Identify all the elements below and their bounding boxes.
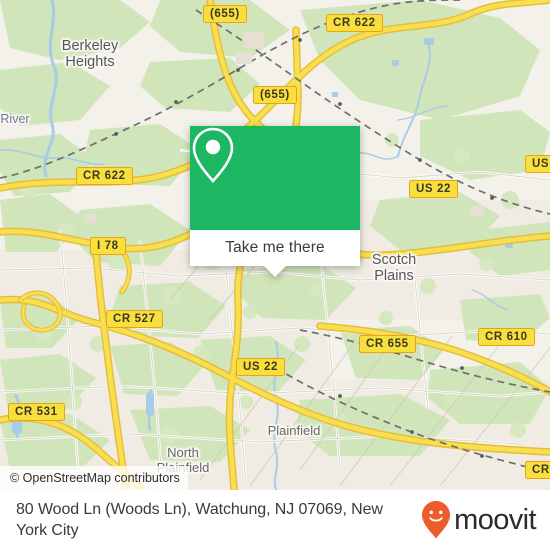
road-shield-cr-6-edge[interactable]: CR 6: [525, 461, 550, 479]
moovit-map-screenshot: Berkeley Heights Scotch Plains Plainfiel…: [0, 0, 550, 550]
map-canvas[interactable]: Berkeley Heights Scotch Plains Plainfiel…: [0, 0, 550, 490]
road-shield-us-22-upper[interactable]: US 22: [409, 180, 458, 198]
road-shield-cr-622-left[interactable]: CR 622: [76, 167, 133, 185]
popup-tail: [264, 266, 286, 277]
road-shield-655-north[interactable]: (655): [203, 5, 247, 23]
osm-attribution[interactable]: © OpenStreetMap contributors: [0, 466, 188, 490]
address-title: 80 Wood Ln (Woods Ln), Watchung, NJ 0706…: [16, 500, 383, 539]
take-me-there-button[interactable]: Take me there: [190, 230, 360, 266]
moovit-brand[interactable]: moovit: [421, 500, 537, 540]
map-pin-icon: [192, 127, 234, 183]
destination-popup[interactable]: Take me there: [190, 126, 360, 277]
popup-header: [190, 126, 360, 230]
road-shield-655-mid[interactable]: (655): [253, 86, 297, 104]
moovit-wordmark: moovit: [454, 503, 536, 536]
road-shield-cr-622-top[interactable]: CR 622: [326, 14, 383, 32]
road-shield-cr-655[interactable]: CR 655: [359, 335, 416, 353]
road-shield-us-22-edge[interactable]: US 2: [525, 155, 550, 173]
moovit-pin-smiley-icon: [422, 501, 451, 539]
road-shield-cr-610[interactable]: CR 610: [478, 328, 535, 346]
road-shield-i-78[interactable]: I 78: [90, 237, 126, 255]
road-shield-cr-527[interactable]: CR 527: [106, 310, 163, 328]
road-shield-cr-531[interactable]: CR 531: [8, 403, 65, 421]
road-shield-us-22-lower[interactable]: US 22: [236, 358, 285, 376]
footer-bar: 80 Wood Ln (Woods Ln), Watchung, NJ 0706…: [0, 490, 550, 550]
